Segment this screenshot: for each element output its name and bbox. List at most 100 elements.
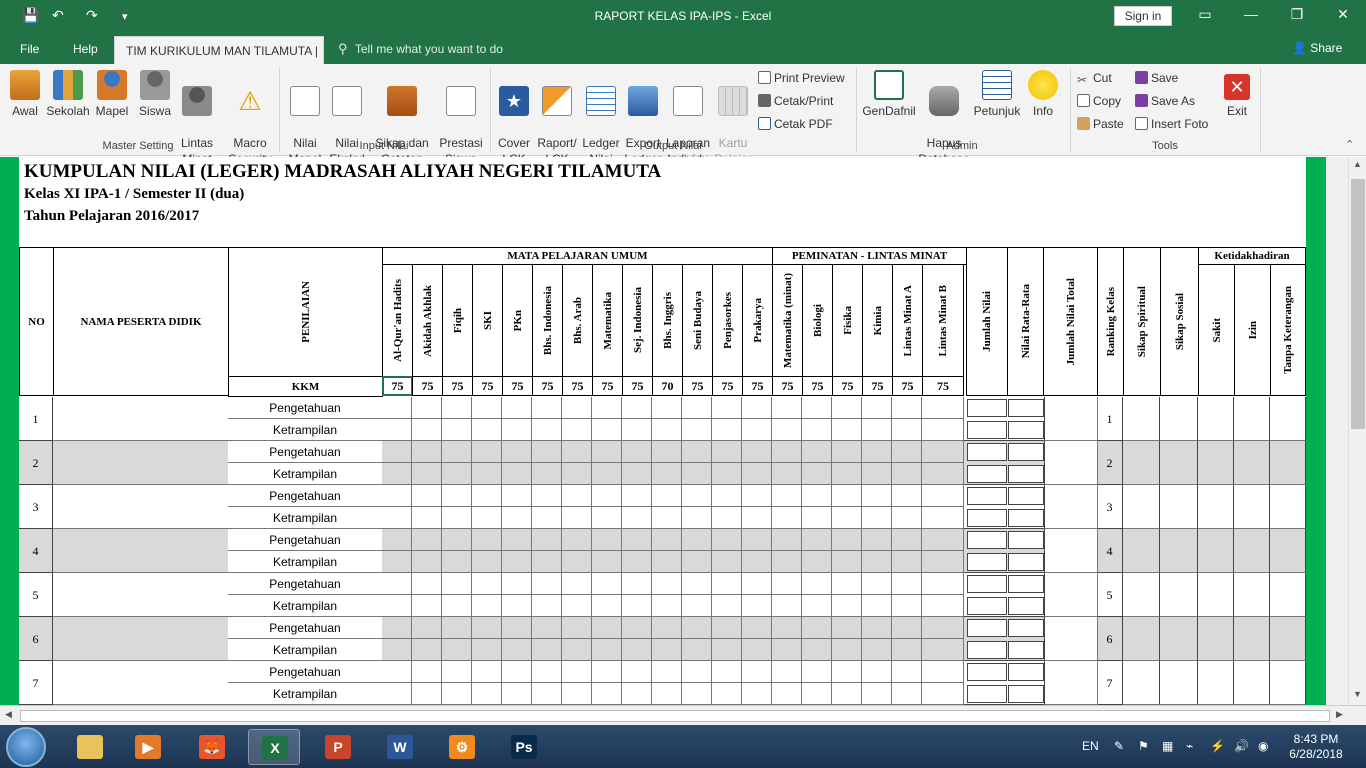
grade-cell[interactable] [892, 661, 922, 683]
student-name-cell[interactable] [53, 617, 229, 661]
tray-app-icon[interactable]: ◉ [1258, 739, 1268, 753]
cetak-print-button[interactable]: Cetak/Print [758, 94, 833, 108]
grade-cell[interactable] [562, 661, 592, 683]
grade-cell[interactable] [562, 617, 592, 639]
clock[interactable]: 8:43 PM 6/28/2018 [1288, 732, 1344, 762]
grade-cell[interactable] [862, 397, 892, 419]
sum-cell[interactable] [967, 575, 1007, 593]
sum-cell[interactable] [967, 399, 1007, 417]
attitude-attendance-cell[interactable] [1198, 529, 1234, 573]
grade-cell[interactable] [802, 595, 832, 617]
grade-cell[interactable] [442, 507, 472, 529]
grade-cell[interactable] [532, 551, 562, 573]
start-button[interactable] [6, 727, 46, 767]
grade-cell[interactable] [442, 617, 472, 639]
grade-cell[interactable] [532, 397, 562, 419]
grade-cell[interactable] [412, 595, 442, 617]
attitude-attendance-cell[interactable] [1198, 661, 1234, 705]
grade-cell[interactable] [442, 661, 472, 683]
grade-cell[interactable] [832, 595, 862, 617]
sum-cell[interactable] [967, 509, 1007, 527]
grade-cell[interactable] [592, 617, 622, 639]
attitude-attendance-cell[interactable] [1160, 441, 1198, 485]
grade-cell[interactable] [832, 683, 862, 705]
grade-cell[interactable] [502, 529, 532, 551]
grade-cell[interactable] [682, 617, 712, 639]
vertical-scrollbar[interactable]: ▲ ▼ [1348, 157, 1366, 705]
total-cell[interactable] [1044, 661, 1098, 705]
grade-cell[interactable] [682, 463, 712, 485]
grade-cell[interactable] [802, 397, 832, 419]
grade-cell[interactable] [652, 485, 682, 507]
grade-cell[interactable] [802, 551, 832, 573]
taskbar-app[interactable]: ⚙ [436, 729, 488, 765]
total-cell[interactable] [1044, 573, 1098, 617]
grade-cell[interactable] [652, 529, 682, 551]
attitude-attendance-cell[interactable] [1198, 617, 1234, 661]
grade-cell[interactable] [652, 419, 682, 441]
grade-cell[interactable] [892, 595, 922, 617]
close-icon[interactable]: ✕ [1328, 6, 1358, 23]
sum-cell[interactable] [1008, 685, 1044, 703]
grade-cell[interactable] [742, 551, 772, 573]
grade-cell[interactable] [832, 529, 862, 551]
grade-cell[interactable] [592, 551, 622, 573]
grade-cell[interactable] [742, 595, 772, 617]
grade-cell[interactable] [532, 419, 562, 441]
sum-cell[interactable] [1008, 553, 1044, 571]
kkm-value[interactable]: 75 [862, 376, 893, 396]
raport-lck-button[interactable]: Raport/ LCK [536, 70, 578, 167]
grade-cell[interactable] [532, 441, 562, 463]
horizontal-scrollbar[interactable]: ◀ ▶ [0, 705, 1366, 725]
grade-cell[interactable] [472, 551, 502, 573]
grade-cell[interactable] [922, 419, 964, 441]
grade-cell[interactable] [742, 507, 772, 529]
sum-cell[interactable] [967, 553, 1007, 571]
grade-cell[interactable] [592, 507, 622, 529]
sum-cell[interactable] [1008, 443, 1044, 461]
grade-cell[interactable] [472, 441, 502, 463]
horizontal-scroll-thumb[interactable] [20, 710, 1330, 722]
grade-cell[interactable] [562, 507, 592, 529]
grade-cell[interactable] [922, 573, 964, 595]
grade-cell[interactable] [682, 683, 712, 705]
attitude-attendance-cell[interactable] [1123, 397, 1160, 441]
cut-button[interactable]: ✂ Cut [1077, 71, 1112, 87]
restore-icon[interactable]: ❐ [1282, 6, 1312, 23]
taskbar-app[interactable]: Ps [498, 729, 550, 765]
macro-security-button[interactable]: ⚠ Macro Security [226, 70, 274, 167]
grade-cell[interactable] [682, 441, 712, 463]
grade-cell[interactable] [472, 485, 502, 507]
attitude-attendance-cell[interactable] [1270, 661, 1306, 705]
scroll-down-icon[interactable]: ▼ [1353, 689, 1362, 699]
grade-cell[interactable] [712, 463, 742, 485]
grade-cell[interactable] [832, 573, 862, 595]
attitude-attendance-cell[interactable] [1123, 485, 1160, 529]
grade-cell[interactable] [442, 463, 472, 485]
insert-foto-button[interactable]: Insert Foto [1135, 117, 1208, 131]
grade-cell[interactable] [772, 551, 802, 573]
grade-cell[interactable] [682, 595, 712, 617]
grade-cell[interactable] [682, 419, 712, 441]
grade-cell[interactable] [862, 529, 892, 551]
grade-cell[interactable] [442, 529, 472, 551]
grade-cell[interactable] [562, 485, 592, 507]
kkm-value[interactable]: 75 [412, 376, 443, 396]
grade-cell[interactable] [622, 397, 652, 419]
tell-me-search[interactable]: ⚲ Tell me what you want to do [338, 41, 503, 57]
taskbar-app[interactable]: W [374, 729, 426, 765]
tab-tim-kurikulum[interactable]: TIM KURIKULUM MAN TILAMUTA | [114, 36, 324, 64]
grade-cell[interactable] [802, 463, 832, 485]
grade-cell[interactable] [532, 485, 562, 507]
grade-cell[interactable] [712, 419, 742, 441]
grade-cell[interactable] [412, 551, 442, 573]
attitude-attendance-cell[interactable] [1234, 485, 1270, 529]
grade-cell[interactable] [502, 507, 532, 529]
total-cell[interactable] [1044, 397, 1098, 441]
grade-cell[interactable] [772, 573, 802, 595]
grade-cell[interactable] [412, 419, 442, 441]
grade-cell[interactable] [712, 617, 742, 639]
grade-cell[interactable] [502, 661, 532, 683]
kkm-value[interactable]: 75 [472, 376, 503, 396]
siswa-button[interactable]: Siswa [134, 70, 176, 119]
